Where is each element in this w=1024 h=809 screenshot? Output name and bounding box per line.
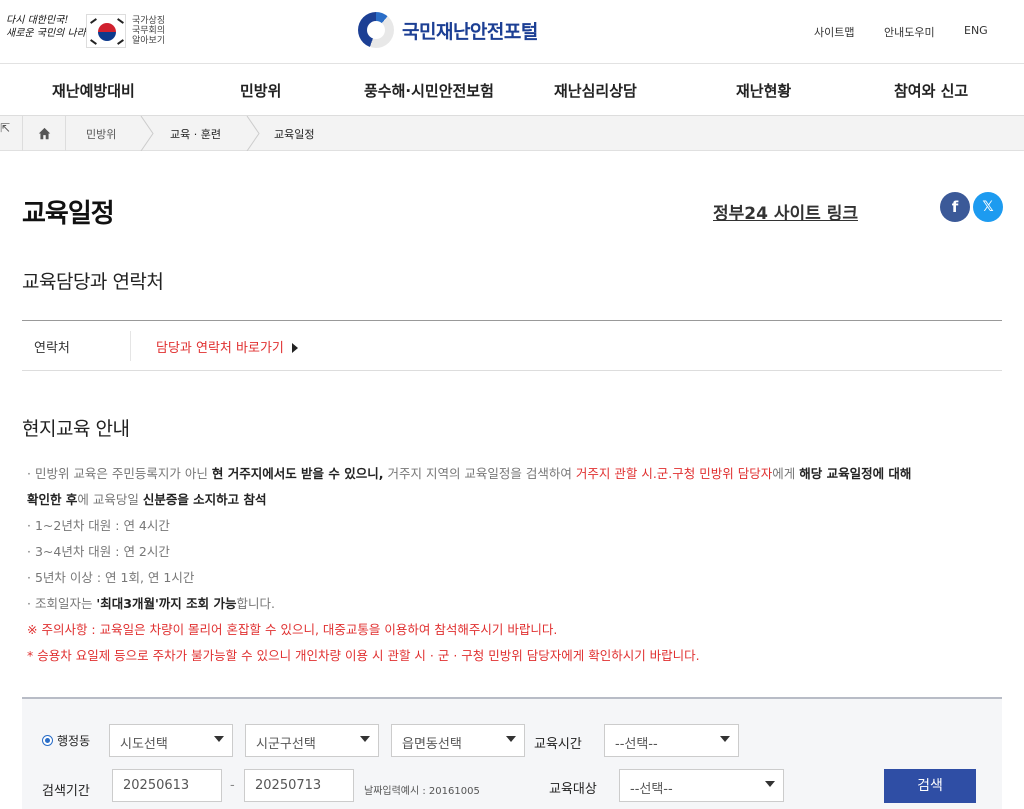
breadcrumb-separator-icon bbox=[246, 116, 260, 151]
breadcrumb-item-civil-defense[interactable]: 민방위 bbox=[86, 126, 116, 142]
nav-item-counseling[interactable]: 재난심리상담 bbox=[554, 80, 637, 101]
divider bbox=[130, 331, 131, 361]
chevron-down-icon bbox=[506, 736, 516, 742]
slogan-logo[interactable]: 다시 대한민국! 새로운 국민의 나라 bbox=[6, 14, 86, 50]
date-to-input[interactable]: 20250713 bbox=[244, 769, 354, 802]
info-line-4: · 3~4년차 대원 : 연 2시간 bbox=[27, 544, 170, 559]
search-button[interactable]: 검색 bbox=[884, 769, 976, 803]
home-icon[interactable] bbox=[22, 116, 66, 151]
date-from-input[interactable]: 20250613 bbox=[112, 769, 222, 802]
slogan-line-1: 다시 대한민국! bbox=[6, 15, 69, 26]
info-warning-1: ※ 주의사항 : 교육일은 차량이 몰리어 혼잡할 수 있으니, 대중교통을 이… bbox=[27, 622, 558, 637]
sigungu-select-value: 시군구선택 bbox=[256, 737, 316, 752]
breadcrumb-item-training[interactable]: 교육 · 훈련 bbox=[170, 126, 221, 142]
info-line-1: · 민방위 교육은 주민등록지가 아닌 현 거주지에서도 받을 수 있으니, 거… bbox=[27, 466, 912, 481]
contact-link[interactable]: 담당과 연락처 바로가기 bbox=[156, 337, 298, 356]
info-line-3: · 1~2년차 대원 : 연 4시간 bbox=[27, 518, 170, 533]
contact-table: 연락처 담당과 연락처 바로가기 bbox=[22, 320, 1002, 371]
sitemap-link[interactable]: 사이트맵 bbox=[814, 24, 854, 40]
guide-link[interactable]: 안내도우미 bbox=[884, 24, 935, 40]
national-symbol-icon[interactable] bbox=[86, 14, 126, 48]
gov24-link[interactable]: 정부24 사이트 링크 bbox=[713, 199, 858, 224]
time-select[interactable]: --선택-- bbox=[604, 724, 739, 757]
target-label: 교육대상 bbox=[549, 782, 597, 797]
time-select-value: --선택-- bbox=[615, 737, 658, 752]
contact-label: 연락처 bbox=[34, 341, 70, 356]
site-logo[interactable]: 국민재난안전포털 bbox=[358, 10, 538, 50]
x-share-icon[interactable]: 𝕏 bbox=[973, 192, 1003, 222]
facebook-share-icon[interactable]: f bbox=[940, 192, 970, 222]
target-select[interactable]: --선택-- bbox=[619, 769, 784, 802]
emd-select-value: 읍면동선택 bbox=[402, 737, 462, 752]
nav-item-status[interactable]: 재난현황 bbox=[736, 80, 791, 101]
logo-mark-icon bbox=[358, 12, 394, 48]
info-line-5: · 5년차 이상 : 연 1회, 연 1시간 bbox=[27, 570, 195, 585]
main-nav: 재난예방대비 민방위 풍수해·시민안전보험 재난심리상담 재난현황 참여와 신고 bbox=[0, 64, 1024, 116]
emd-select[interactable]: 읍면동선택 bbox=[391, 724, 525, 757]
contact-heading: 교육담당과 연락처 bbox=[22, 271, 164, 293]
breadcrumb: 민방위 교육 · 훈련 교육일정 bbox=[0, 116, 1024, 151]
info-heading: 현지교육 안내 bbox=[22, 418, 130, 440]
time-label: 교육시간 bbox=[534, 737, 582, 752]
date-dash: - bbox=[230, 778, 235, 793]
sido-select-value: 시도선택 bbox=[120, 737, 168, 752]
contact-link-text: 담당과 연락처 바로가기 bbox=[156, 341, 284, 356]
national-symbol-link[interactable]: 국가상징 국무회의 알아보기 bbox=[132, 16, 165, 46]
admin-dong-radio[interactable] bbox=[42, 735, 53, 746]
mouse-cursor-icon: ⇱ bbox=[0, 121, 11, 135]
site-name: 국민재난안전포털 bbox=[402, 20, 538, 43]
info-warning-2: * 승용차 요일제 등으로 주차가 불가능할 수 있으니 개인차량 이용 시 관… bbox=[27, 648, 700, 663]
site-header: 다시 대한민국! 새로운 국민의 나라 국가상징 국무회의 알아보기 국민재난안… bbox=[0, 0, 1024, 64]
sigungu-select[interactable]: 시군구선택 bbox=[245, 724, 379, 757]
info-line-6: · 조회일자는 '최대3개월'까지 조회 가능합니다. bbox=[27, 596, 275, 611]
symbol-text-2: 국무회의 bbox=[132, 26, 166, 36]
nav-item-civil-defense[interactable]: 민방위 bbox=[240, 80, 281, 101]
sido-select[interactable]: 시도선택 bbox=[109, 724, 233, 757]
slogan-line-2: 새로운 국민의 나라 bbox=[6, 28, 86, 39]
breadcrumb-item-schedule[interactable]: 교육일정 bbox=[274, 126, 314, 142]
admin-dong-label: 행정동 bbox=[57, 734, 91, 748]
arrow-right-icon bbox=[291, 343, 298, 353]
symbol-text-1: 국가상징 bbox=[132, 16, 166, 26]
page-title: 교육일정 bbox=[22, 199, 115, 229]
chevron-down-icon bbox=[360, 736, 370, 742]
symbol-text-3: 알아보기 bbox=[132, 36, 166, 46]
info-line-2: 확인한 후에 교육당일 신분증을 소지하고 참석 bbox=[27, 492, 267, 507]
chevron-down-icon bbox=[765, 781, 775, 787]
nav-item-report[interactable]: 참여와 신고 bbox=[894, 80, 968, 101]
period-label: 검색기간 bbox=[42, 784, 90, 799]
nav-item-insurance[interactable]: 풍수해·시민안전보험 bbox=[364, 80, 494, 101]
english-link[interactable]: ENG bbox=[964, 24, 988, 37]
nav-item-prevention[interactable]: 재난예방대비 bbox=[52, 80, 135, 101]
target-select-value: --선택-- bbox=[630, 782, 673, 797]
chevron-down-icon bbox=[720, 736, 730, 742]
chevron-down-icon bbox=[214, 736, 224, 742]
breadcrumb-separator-icon bbox=[140, 116, 154, 151]
date-hint: 날짜입력예시 : 20161005 bbox=[364, 786, 480, 797]
search-form: 행정동 시도선택 시군구선택 읍면동선택 교육시간 --선택-- 검색기간 20… bbox=[22, 697, 1002, 809]
